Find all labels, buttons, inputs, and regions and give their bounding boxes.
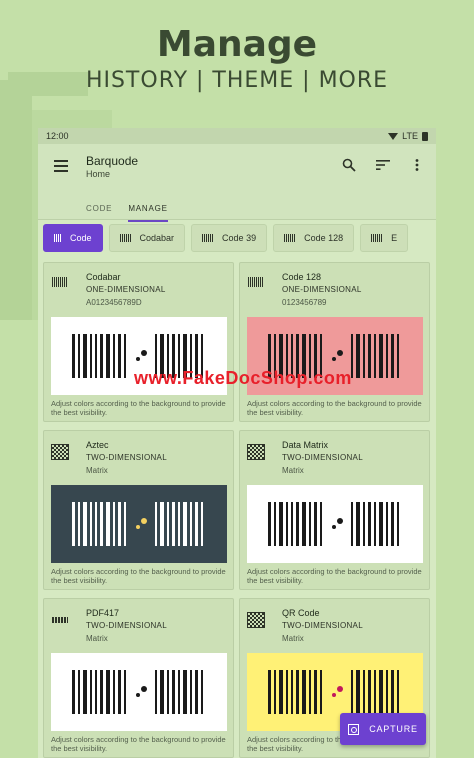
- card-hint: Adjust colors according to the backgroun…: [51, 567, 226, 585]
- tab-manage[interactable]: MANAGE: [128, 204, 168, 222]
- barcode-graphic: [155, 670, 206, 714]
- phone-screen: 12:00 LTE Barquode Home CODE MANAGE Code…: [38, 128, 436, 758]
- card-type: ONE-DIMENSIONAL: [282, 285, 362, 294]
- barcode-graphic: [351, 670, 402, 714]
- capture-button[interactable]: CAPTURE: [340, 713, 426, 745]
- code-card[interactable]: Code 128 ONE-DIMENSIONAL 0123456789 Adjust …: [239, 262, 430, 422]
- toolbar-actions: [340, 156, 426, 174]
- code-card[interactable]: Aztec TWO-DIMENSIONAL Matrix Adjust colors …: [43, 430, 234, 590]
- card-hint: Adjust colors according to the backgroun…: [247, 399, 422, 417]
- card-value: Matrix: [86, 466, 108, 475]
- card-name: Code 128: [282, 272, 322, 282]
- chip-label: Code: [70, 233, 92, 243]
- promo-title: Manage: [156, 24, 318, 65]
- logo-dots: [331, 684, 345, 700]
- app-subtitle: Home: [86, 169, 111, 179]
- card-value: Matrix: [282, 634, 304, 643]
- promo-subtitle: HISTORY | THEME | MORE: [85, 68, 389, 93]
- capture-label: CAPTURE: [369, 724, 418, 734]
- card-hint: Adjust colors according to the backgroun…: [51, 735, 226, 753]
- status-bar: 12:00 LTE: [38, 128, 436, 144]
- card-name: Codabar: [86, 272, 121, 282]
- barcode-preview: [247, 485, 423, 563]
- sort-icon[interactable]: [374, 156, 392, 174]
- barcode-icon: [371, 234, 384, 242]
- barcode-icon: [284, 234, 297, 242]
- app-bar: Barquode Home CODE MANAGE: [38, 144, 436, 222]
- tab-code[interactable]: CODE: [86, 204, 112, 222]
- qr-2d-icon: [247, 612, 265, 628]
- barcode-graphic: [72, 502, 129, 546]
- card-type: TWO-DIMENSIONAL: [86, 453, 167, 462]
- tab-bar: CODE MANAGE: [86, 204, 168, 222]
- barcode-graphic: [351, 502, 402, 546]
- code-card[interactable]: Codabar ONE-DIMENSIONAL A0123456789D Adjust…: [43, 262, 234, 422]
- filter-chips: Code Codabar Code 39 Code 128 E: [43, 224, 436, 254]
- qr-2d-icon: [247, 444, 265, 460]
- card-value: 0123456789: [282, 298, 327, 307]
- barcode-icon: [54, 234, 62, 242]
- code-card[interactable]: Data Matrix TWO-DIMENSIONAL Matrix Adjust c…: [239, 430, 430, 590]
- barcode-preview: [51, 485, 227, 563]
- barcode-icon: [202, 234, 215, 242]
- chip-label: E: [391, 233, 398, 243]
- card-type: ONE-DIMENSIONAL: [86, 285, 166, 294]
- qr-2d-icon: [51, 444, 69, 460]
- status-icons: LTE: [388, 131, 428, 141]
- chip-more[interactable]: E: [360, 224, 409, 252]
- card-type: TWO-DIMENSIONAL: [282, 453, 363, 462]
- logo-dots: [135, 516, 149, 532]
- menu-icon[interactable]: [54, 160, 68, 172]
- status-time: 12:00: [46, 131, 69, 141]
- card-value: A0123456789D: [86, 298, 142, 307]
- card-type: TWO-DIMENSIONAL: [86, 621, 167, 630]
- barcode-graphic: [72, 670, 129, 714]
- card-name: PDF417: [86, 608, 120, 618]
- card-hint: Adjust colors according to the backgroun…: [247, 567, 422, 585]
- barcode-1d-icon: [52, 277, 68, 287]
- barcode-preview: [51, 653, 227, 731]
- chip-label: Code 39: [222, 233, 257, 243]
- barcode-graphic: [351, 334, 402, 378]
- card-hint: Adjust colors according to the backgroun…: [51, 399, 226, 417]
- card-name: QR Code: [282, 608, 320, 618]
- wifi-icon: [388, 132, 399, 140]
- search-icon[interactable]: [340, 156, 358, 174]
- barcode-graphic: [72, 334, 129, 378]
- logo-dots: [135, 348, 149, 364]
- chip-code128[interactable]: Code 128: [273, 224, 355, 252]
- barcode-icon: [119, 234, 132, 242]
- more-vert-icon[interactable]: [408, 156, 426, 174]
- barcode-graphic: [155, 502, 206, 546]
- card-name: Aztec: [86, 440, 109, 450]
- chip-label: Code 128: [304, 233, 344, 243]
- capture-icon: [348, 723, 360, 735]
- barcode-graphic: [268, 670, 325, 714]
- network-label: LTE: [402, 131, 418, 141]
- battery-icon: [422, 131, 428, 141]
- app-title: Barquode: [86, 154, 139, 168]
- barcode-1d-icon: [248, 277, 264, 287]
- code-card[interactable]: PDF417 TWO-DIMENSIONAL Matrix Adjust colors…: [43, 598, 234, 758]
- logo-dots: [331, 348, 345, 364]
- logo-dots: [331, 516, 345, 532]
- card-name: Data Matrix: [282, 440, 329, 450]
- watermark: www.FakeDocShop.com: [134, 368, 352, 388]
- barcode-graphic: [268, 502, 325, 546]
- card-type: TWO-DIMENSIONAL: [282, 621, 363, 630]
- logo-dots: [135, 684, 149, 700]
- chip-code39[interactable]: Code 39: [191, 224, 268, 252]
- chip-codabar[interactable]: Codabar: [108, 224, 186, 252]
- chip-label: Codabar: [139, 233, 175, 243]
- card-value: Matrix: [86, 634, 108, 643]
- pdf417-icon: [52, 617, 68, 623]
- chip-code[interactable]: Code: [43, 224, 103, 252]
- card-value: Matrix: [282, 466, 304, 475]
